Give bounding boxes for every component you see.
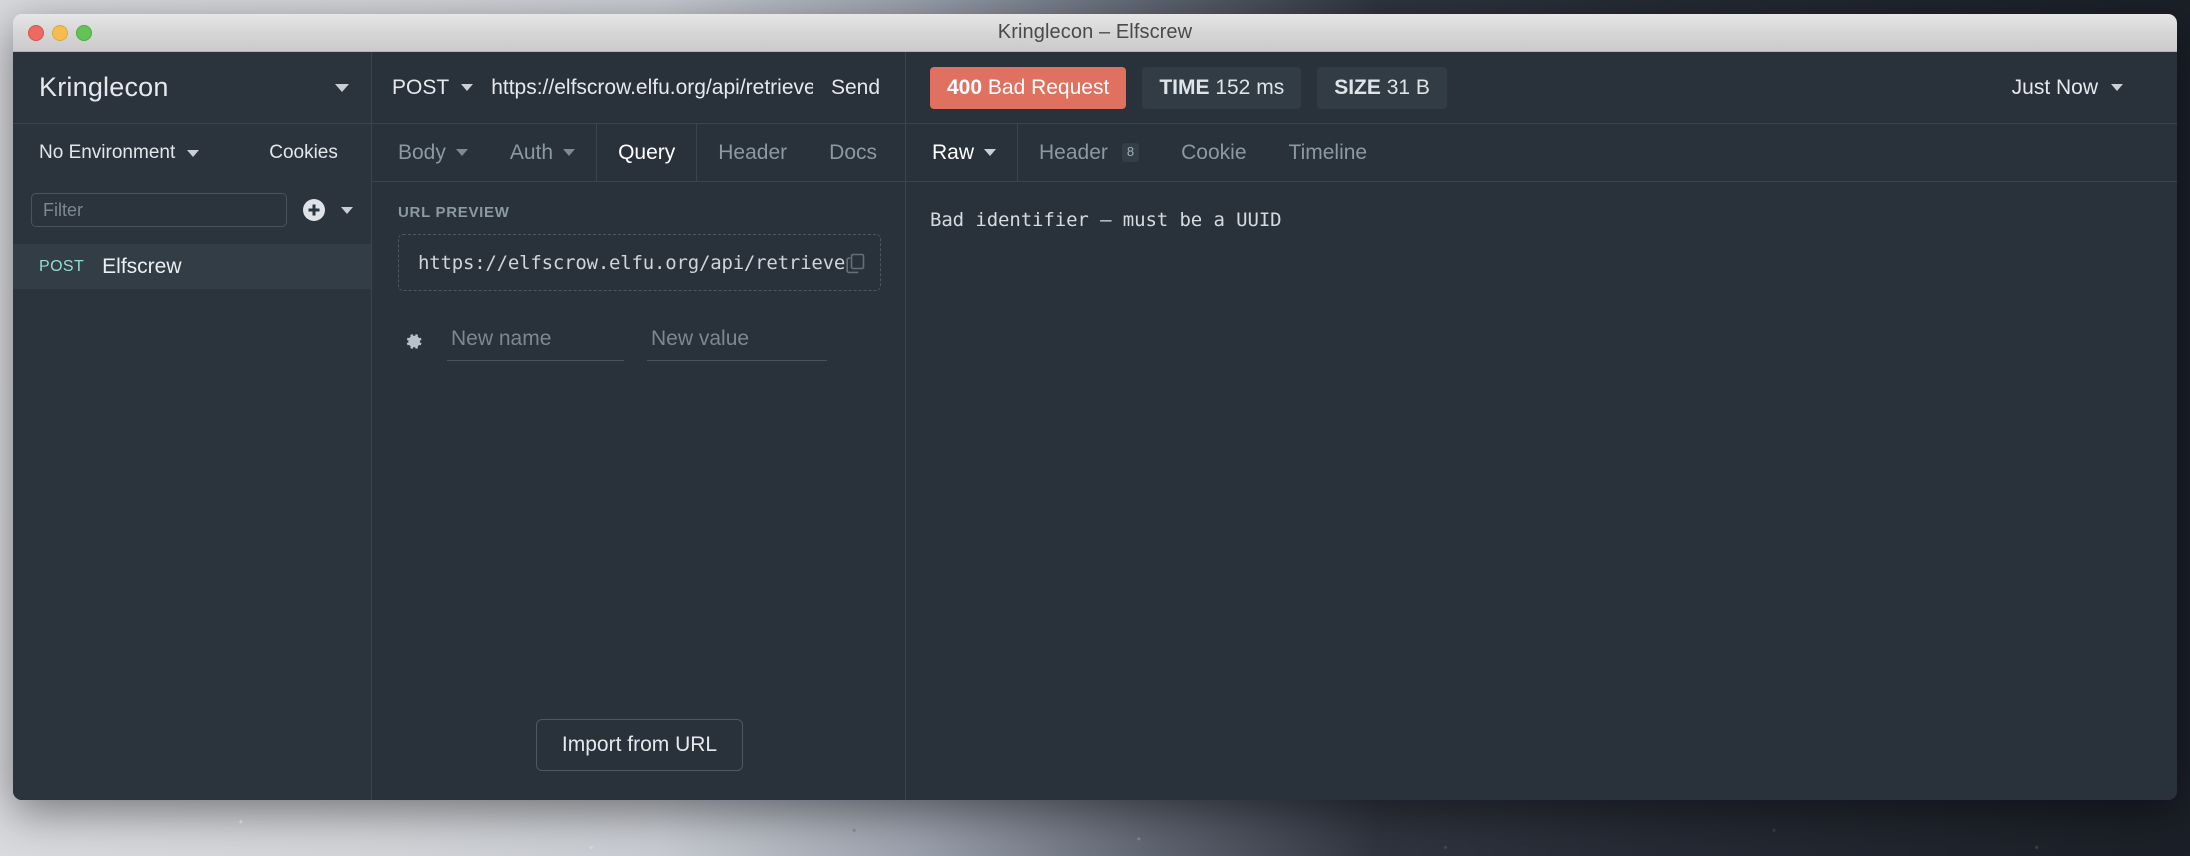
- request-method-label: POST: [39, 257, 85, 275]
- filter-input[interactable]: [31, 193, 287, 227]
- tab-raw-label: Raw: [932, 140, 975, 164]
- chevron-down-icon: [335, 83, 349, 92]
- tab-auth-label: Auth: [509, 140, 554, 164]
- desktop-background: Kringlecon – Elfscrew Kringlecon No Envi…: [0, 0, 2190, 856]
- status-code: 400: [947, 75, 983, 99]
- workspace-name: Kringlecon: [39, 72, 169, 102]
- param-name-input[interactable]: [447, 321, 624, 361]
- request-footer: Import from URL: [398, 361, 881, 800]
- tab-docs[interactable]: Docs: [808, 124, 898, 181]
- tab-body-label: Body: [398, 140, 446, 164]
- window-titlebar: Kringlecon – Elfscrew: [13, 14, 2177, 52]
- send-button[interactable]: Send: [813, 76, 905, 100]
- add-request-icon[interactable]: [303, 199, 325, 221]
- chevron-down-icon: [2111, 84, 2123, 91]
- app-window: Kringlecon – Elfscrew Kringlecon No Envi…: [13, 14, 2177, 800]
- query-param-row: [398, 321, 881, 361]
- tab-header-label: Header: [718, 140, 788, 164]
- response-history-dropdown[interactable]: Just Now: [2012, 76, 2153, 100]
- url-input[interactable]: https://elfscrow.elfu.org/api/retrieve: [491, 76, 813, 100]
- status-badge: 400 Bad Request: [930, 66, 1127, 109]
- url-bar: POST https://elfscrow.elfu.org/api/retri…: [372, 52, 905, 124]
- tab-response-cookie-label: Cookie: [1181, 140, 1247, 164]
- size-badge: SIZE 31 B: [1317, 66, 1447, 109]
- tab-query[interactable]: Query: [596, 124, 696, 181]
- tab-response-header-label: Header: [1039, 140, 1108, 164]
- sidebar: Kringlecon No Environment Cookies POST: [13, 52, 372, 800]
- method-label: POST: [392, 75, 450, 99]
- environment-label: No Environment: [39, 142, 176, 163]
- url-preview-box: https://elfscrow.elfu.org/api/retrieve: [398, 234, 881, 291]
- import-from-url-button[interactable]: Import from URL: [535, 719, 744, 771]
- response-status-bar: 400 Bad Request TIME 152 ms SIZE 31 B Ju…: [906, 52, 2177, 124]
- size-label: SIZE: [1334, 75, 1381, 99]
- cookies-button[interactable]: Cookies: [269, 142, 338, 164]
- workspace-selector[interactable]: Kringlecon: [13, 52, 371, 124]
- request-pane: POST https://elfscrow.elfu.org/api/retri…: [372, 52, 906, 800]
- response-history-label: Just Now: [2011, 75, 2098, 99]
- chevron-down-icon: [984, 149, 997, 156]
- request-content: URL PREVIEW https://elfscrow.elfu.org/ap…: [372, 182, 905, 800]
- copy-icon[interactable]: [845, 252, 867, 274]
- tab-query-label: Query: [618, 140, 676, 164]
- response-pane: 400 Bad Request TIME 152 ms SIZE 31 B Ju…: [906, 52, 2177, 800]
- chevron-down-icon: [563, 149, 576, 156]
- param-value-input[interactable]: [647, 321, 827, 361]
- tab-body[interactable]: Body: [372, 124, 489, 181]
- tab-raw[interactable]: Raw: [906, 124, 1017, 181]
- time-label: TIME: [1159, 75, 1210, 99]
- request-tabs: Body Auth Query Header Docs: [372, 124, 905, 182]
- request-list: POST Elfscrew: [13, 238, 371, 800]
- status-text: Bad Request: [987, 75, 1110, 99]
- chevron-down-icon: [455, 149, 468, 156]
- gear-icon[interactable]: [403, 331, 424, 352]
- time-value: 152 ms: [1215, 75, 1285, 99]
- method-dropdown[interactable]: POST: [392, 75, 474, 100]
- tab-auth[interactable]: Auth: [489, 124, 596, 181]
- filter-row: [13, 182, 371, 238]
- tab-response-timeline-label: Timeline: [1288, 140, 1368, 164]
- url-preview-label: URL PREVIEW: [398, 204, 510, 221]
- chevron-down-icon: [461, 84, 474, 91]
- app-body: Kringlecon No Environment Cookies POST: [13, 52, 2177, 800]
- response-tabs: Raw Header 8 Cookie Timeline: [906, 124, 2177, 182]
- tab-response-cookie[interactable]: Cookie: [1160, 124, 1267, 181]
- tab-response-timeline[interactable]: Timeline: [1268, 124, 1389, 181]
- tab-response-header[interactable]: Header 8: [1017, 124, 1160, 181]
- tab-header[interactable]: Header: [696, 124, 808, 181]
- chevron-down-icon[interactable]: [187, 149, 200, 157]
- list-item[interactable]: POST Elfscrew: [13, 244, 371, 289]
- request-name-label: Elfscrew: [102, 254, 182, 278]
- size-value: 31 B: [1386, 75, 1430, 99]
- response-body-text: Bad identifier — must be a UUID: [930, 209, 1282, 231]
- window-title: Kringlecon – Elfscrew: [997, 21, 1193, 43]
- environment-row: No Environment Cookies: [13, 124, 371, 182]
- header-count-badge: 8: [1121, 143, 1140, 162]
- tab-docs-label: Docs: [829, 140, 878, 164]
- chevron-down-icon[interactable]: [341, 206, 353, 214]
- url-preview-text: https://elfscrow.elfu.org/api/retrieve: [418, 251, 846, 274]
- time-badge: TIME 152 ms: [1142, 66, 1302, 109]
